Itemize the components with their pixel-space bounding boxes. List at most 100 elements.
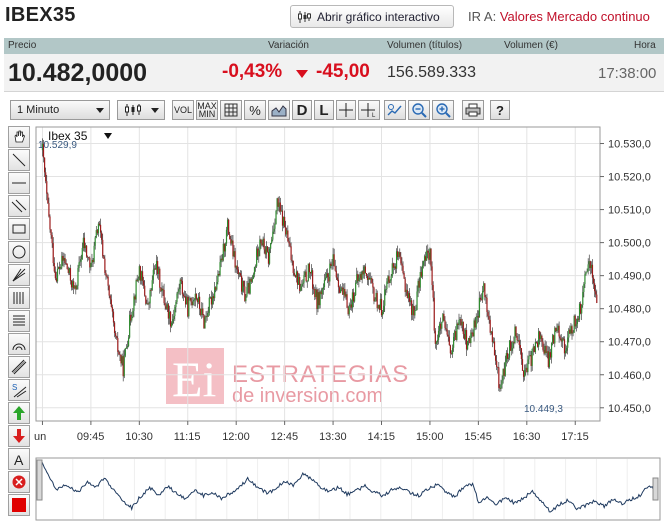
x-tick-label: 14:15	[368, 431, 396, 443]
candle-down	[484, 283, 486, 297]
candle-down	[330, 263, 332, 266]
candle-down	[474, 320, 476, 328]
candle-down	[98, 223, 101, 225]
candle-up	[137, 278, 139, 281]
candle-down	[111, 307, 114, 312]
candle-up	[370, 278, 372, 280]
candle-down	[163, 289, 165, 304]
candle-down	[535, 342, 538, 343]
candle-down	[399, 252, 401, 257]
candle-down	[261, 243, 263, 246]
candle-down	[346, 294, 348, 308]
x-tick-label: un	[34, 431, 46, 443]
candle-up	[217, 273, 219, 283]
candle-down	[533, 346, 535, 353]
candle-up	[133, 296, 135, 311]
x-tick-label: 16:30	[513, 431, 541, 443]
candle-down	[526, 367, 528, 373]
x-tick-label: 10:30	[125, 431, 153, 443]
candle-up	[274, 224, 276, 229]
candle-down	[185, 296, 187, 305]
candle-up	[177, 291, 179, 294]
candle-up	[421, 265, 424, 277]
candle-up	[578, 303, 581, 320]
candle-down	[228, 219, 230, 235]
candle-down	[289, 243, 291, 247]
candle-up	[148, 303, 150, 305]
candle-down	[489, 319, 491, 333]
candle-down	[89, 257, 91, 268]
candle-up	[517, 340, 519, 341]
candle-down	[102, 239, 104, 257]
candle-down	[488, 316, 490, 320]
candle-down	[115, 333, 117, 337]
candle-down	[506, 353, 509, 359]
candle-down	[559, 336, 561, 339]
candle-up	[158, 268, 160, 275]
candle-up	[151, 280, 153, 291]
candle-down	[443, 313, 445, 321]
candle-up	[219, 262, 221, 276]
candle-up	[556, 329, 558, 332]
candle-up	[186, 296, 188, 305]
candle-up	[461, 321, 463, 326]
candle-down	[45, 172, 47, 182]
candle-up	[175, 301, 177, 308]
x-tick-label: 17:15	[561, 431, 589, 443]
overview-right-handle[interactable]	[652, 477, 659, 501]
candle-up	[458, 320, 460, 325]
candle-down	[448, 336, 450, 346]
candle-up	[436, 340, 439, 343]
candle-down	[328, 276, 330, 282]
candle-down	[372, 282, 374, 288]
candle-down	[200, 308, 202, 316]
candle-up	[511, 348, 513, 351]
candle-down	[432, 285, 434, 298]
candle-down	[277, 198, 279, 207]
y-tick-label: 10.490,0	[608, 271, 651, 283]
candle-down	[362, 271, 364, 275]
candle-up	[531, 348, 533, 366]
candle-down	[116, 336, 118, 339]
candle-down	[496, 360, 498, 368]
candle-down	[99, 224, 102, 233]
candle-down	[64, 257, 66, 264]
candle-down	[284, 216, 286, 228]
candle-down	[541, 335, 543, 342]
candle-down	[413, 305, 415, 316]
candle-up	[585, 272, 587, 275]
candle-down	[159, 268, 161, 288]
candle-down	[69, 268, 72, 281]
candle-up	[557, 325, 559, 330]
overview-left-handle[interactable]	[36, 459, 43, 501]
candle-up	[323, 279, 326, 287]
series-caret-icon[interactable]	[104, 133, 112, 139]
candle-up	[581, 305, 583, 314]
candle-up	[68, 268, 70, 273]
candle-up	[173, 316, 175, 320]
candle-down	[162, 288, 164, 290]
candle-down	[52, 243, 54, 264]
candle-up	[272, 231, 274, 240]
candle-up	[507, 357, 510, 359]
candle-up	[525, 367, 527, 370]
candle-down	[136, 280, 138, 281]
candle-down	[388, 276, 390, 283]
candle-up	[216, 282, 218, 290]
candle-up	[304, 271, 306, 276]
overview-frame[interactable]	[35, 457, 661, 521]
candle-up	[345, 294, 347, 297]
candle-down	[190, 297, 192, 302]
candle-up	[483, 283, 485, 291]
candle-up	[95, 230, 97, 238]
candle-up	[310, 270, 313, 274]
candle-up	[252, 274, 255, 279]
candle-up	[546, 351, 548, 353]
candle-down	[485, 296, 487, 298]
candle-up	[207, 312, 209, 317]
candle-up	[573, 315, 575, 333]
candle-up	[126, 346, 129, 348]
candle-down	[371, 278, 373, 283]
candle-down	[122, 356, 124, 377]
candle-down	[376, 292, 378, 309]
